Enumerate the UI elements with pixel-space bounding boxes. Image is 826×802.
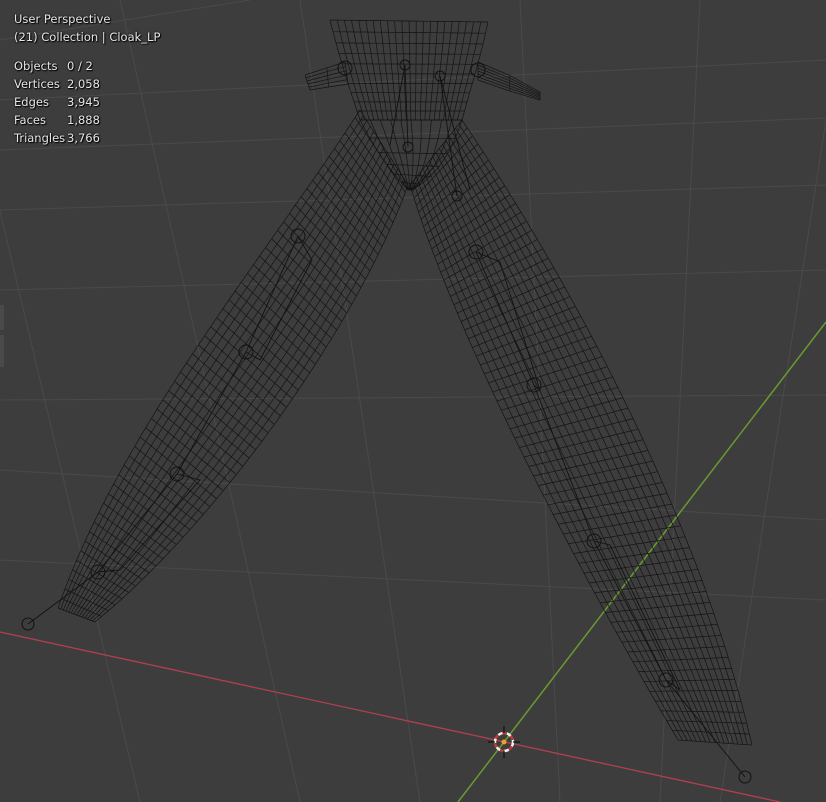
sidebar-tab[interactable] xyxy=(0,335,4,367)
stat-objects: Objects 0 / 2 xyxy=(14,59,93,73)
x-axis-line xyxy=(0,631,781,802)
cloak-mesh-wireframe[interactable] xyxy=(57,19,753,746)
3d-viewport[interactable]: User Perspective (21) Collection | Cloak… xyxy=(0,0,826,802)
stat-triangles: Triangles 3,766 xyxy=(14,131,100,145)
3d-cursor-icon[interactable] xyxy=(488,726,520,758)
stat-vertices: Vertices 2,058 xyxy=(14,77,100,91)
viewport-info-overlay: User Perspective (21) Collection | Cloak… xyxy=(14,10,160,147)
collection-label: (21) Collection | Cloak_LP xyxy=(14,30,161,44)
stat-edges: Edges 3,945 xyxy=(14,95,100,109)
stat-faces: Faces 1,888 xyxy=(14,113,100,127)
y-axis-line xyxy=(457,321,826,802)
sidebar-tab[interactable] xyxy=(0,305,4,330)
view-mode-label: User Perspective xyxy=(14,12,111,26)
armature-bones[interactable] xyxy=(21,59,752,784)
